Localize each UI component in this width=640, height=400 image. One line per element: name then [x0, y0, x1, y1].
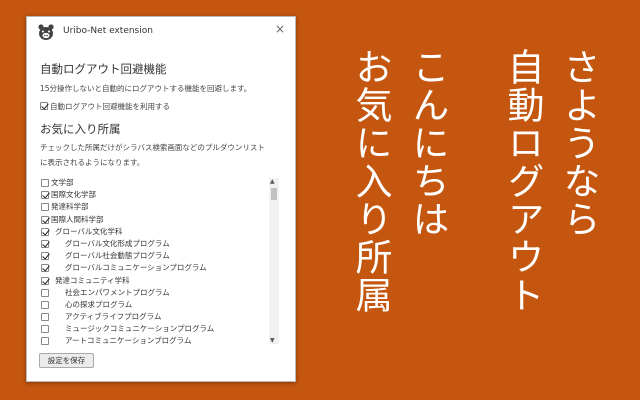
department-checkbox[interactable] [41, 239, 49, 248]
auto-logout-heading: 自動ログアウト回避機能 [40, 62, 167, 76]
headline-column-3: こんにちは [406, 48, 449, 238]
department-list-item[interactable]: 国際人間科学部 [39, 214, 283, 226]
department-list-item[interactable]: グローバル社会動態プログラム [39, 250, 283, 262]
department-checkbox[interactable] [41, 288, 49, 297]
list-scrollbar[interactable]: ▲ ▼ [269, 178, 279, 344]
department-label: グローバル文化学科 [55, 226, 123, 236]
department-list-item[interactable]: 発達コミュニティ学科 [39, 275, 283, 287]
auto-logout-description: 15分操作しないと自動的にログアウトする機能を回避します。 [40, 84, 252, 93]
popup-titlebar: Uribo-Net extension × [27, 17, 295, 49]
department-label: 文学部 [51, 178, 74, 187]
extension-popup: Uribo-Net extension × 自動ログアウト回避機能 15分操作し… [26, 16, 296, 382]
department-checkbox[interactable] [41, 252, 49, 261]
department-checkbox[interactable] [41, 179, 49, 187]
department-label: ミュージックコミュニケーションプログラム [65, 324, 215, 334]
department-list-item[interactable]: 文学部 [39, 177, 283, 189]
popup-title: Uribo-Net extension [63, 26, 153, 36]
favorites-description-line2: に表示されるようになります。 [40, 158, 145, 167]
department-label: グローバル文化形成プログラム [65, 238, 170, 248]
department-checkbox[interactable] [41, 203, 49, 212]
department-list-item[interactable]: グローバルコミュニケーションプログラム [39, 262, 283, 274]
headline-column-1: さようなら [557, 48, 600, 238]
department-list-item[interactable]: ミュージックコミュニケーションプログラム [39, 323, 283, 335]
department-label: アクティブライフプログラム [65, 312, 162, 322]
department-list[interactable]: 文学部国際文化学部 発達科学部国際人間科学部グローバル文化学科グローバル文化形成プ… [39, 177, 283, 345]
department-label: 国際文化学部 [51, 190, 96, 200]
department-list-item[interactable]: アートコミュニケーションプログラム [39, 335, 283, 345]
department-list-item[interactable]: グローバル文化学科 [39, 226, 283, 238]
department-checkbox[interactable] [41, 264, 49, 273]
department-checkbox[interactable] [41, 337, 49, 345]
department-checkbox[interactable] [41, 313, 49, 322]
favorites-heading: お気に入り所属 [40, 122, 121, 136]
department-label: アートコミュニケーションプログラム [65, 336, 192, 345]
department-label: 発達コミュニティ学科 [55, 275, 130, 285]
department-label: 社会エンパワメントプログラム [65, 287, 170, 297]
headline-column-2: 自動ログアウト [501, 48, 544, 314]
auto-logout-checkbox[interactable] [40, 102, 48, 110]
department-list-item[interactable]: 社会エンパワメントプログラム [39, 287, 283, 299]
scroll-down-arrow-icon[interactable]: ▼ [270, 337, 275, 344]
department-list-item[interactable]: アクティブライフプログラム [39, 311, 283, 323]
save-settings-button[interactable]: 設定を保存 [39, 353, 94, 368]
department-checkbox[interactable] [41, 276, 49, 285]
department-checkbox[interactable] [41, 300, 49, 309]
scrollbar-thumb[interactable] [271, 188, 277, 200]
department-label: 心の探求プログラム [65, 299, 133, 309]
auto-logout-checkbox-label: 自動ログアウト回避機能を利用する [50, 102, 170, 111]
department-list-item[interactable]: 国際文化学部 [39, 189, 283, 201]
department-label: グローバル社会動態プログラム [65, 251, 170, 261]
boar-logo-icon [38, 24, 54, 40]
auto-logout-option[interactable]: 自動ログアウト回避機能を利用する [40, 101, 170, 112]
department-label: グローバルコミュニケーションプログラム [65, 263, 207, 273]
department-checkbox[interactable] [41, 325, 49, 334]
department-list-item[interactable]: グローバル文化形成プログラム [39, 238, 283, 250]
department-list-item[interactable]: 心の探求プログラム [39, 299, 283, 311]
department-checkbox[interactable] [41, 227, 49, 236]
headline-column-4: お気に入り所属 [349, 48, 392, 314]
department-label: 発達科学部 [51, 202, 89, 212]
department-checkbox[interactable] [41, 215, 49, 224]
close-icon[interactable]: × [275, 22, 285, 36]
department-label: 国際人間科学部 [51, 214, 104, 224]
favorites-description-line1: チェックした所属だけがシラバス検索画面などのプルダウンリスト [40, 143, 265, 152]
scroll-up-arrow-icon[interactable]: ▲ [270, 178, 275, 185]
department-list-item[interactable]: 発達科学部 [39, 201, 283, 213]
department-checkbox[interactable] [41, 191, 49, 200]
